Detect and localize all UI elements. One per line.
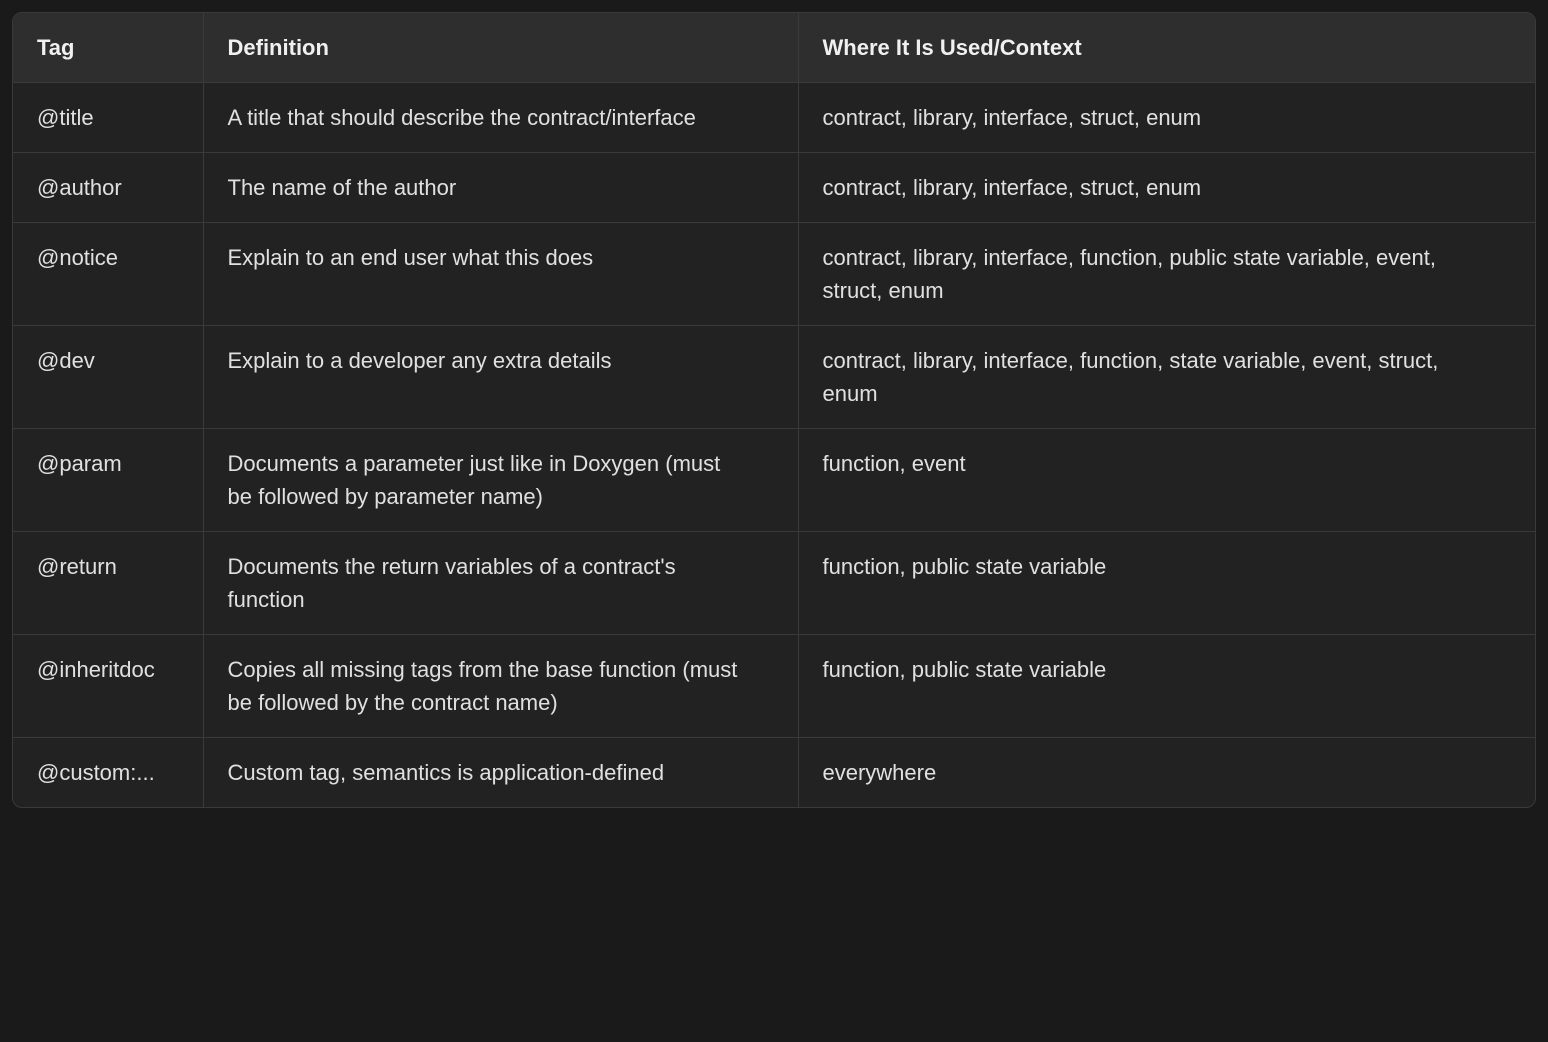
table-row: @title A title that should describe the … [13, 83, 1535, 153]
cell-tag: @custom:... [13, 738, 203, 808]
cell-tag: @title [13, 83, 203, 153]
cell-definition: Documents the return variables of a cont… [203, 532, 798, 635]
cell-context: function, public state variable [798, 532, 1535, 635]
cell-tag: @return [13, 532, 203, 635]
natspec-tags-table: Tag Definition Where It Is Used/Context … [12, 12, 1536, 808]
cell-tag: @inheritdoc [13, 635, 203, 738]
cell-definition: The name of the author [203, 153, 798, 223]
table-header: Tag Definition Where It Is Used/Context [13, 13, 1535, 83]
cell-tag: @dev [13, 326, 203, 429]
cell-tag: @notice [13, 223, 203, 326]
cell-context: contract, library, interface, struct, en… [798, 153, 1535, 223]
cell-definition: Documents a parameter just like in Doxyg… [203, 429, 798, 532]
cell-definition: Copies all missing tags from the base fu… [203, 635, 798, 738]
table-body: @title A title that should describe the … [13, 83, 1535, 808]
table-row: @author The name of the author contract,… [13, 153, 1535, 223]
cell-context: contract, library, interface, function, … [798, 223, 1535, 326]
table-row: @custom:... Custom tag, semantics is app… [13, 738, 1535, 808]
table-row: @inheritdoc Copies all missing tags from… [13, 635, 1535, 738]
table-row: @return Documents the return variables o… [13, 532, 1535, 635]
cell-context: everywhere [798, 738, 1535, 808]
table-row: @param Documents a parameter just like i… [13, 429, 1535, 532]
cell-context: contract, library, interface, struct, en… [798, 83, 1535, 153]
cell-tag: @param [13, 429, 203, 532]
cell-context: function, public state variable [798, 635, 1535, 738]
cell-definition: Explain to a developer any extra details [203, 326, 798, 429]
table: Tag Definition Where It Is Used/Context … [13, 13, 1535, 807]
cell-definition: Custom tag, semantics is application-def… [203, 738, 798, 808]
header-context: Where It Is Used/Context [798, 13, 1535, 83]
cell-definition: Explain to an end user what this does [203, 223, 798, 326]
header-tag: Tag [13, 13, 203, 83]
cell-context: contract, library, interface, function, … [798, 326, 1535, 429]
cell-context: function, event [798, 429, 1535, 532]
cell-definition: A title that should describe the contrac… [203, 83, 798, 153]
header-definition: Definition [203, 13, 798, 83]
table-row: @notice Explain to an end user what this… [13, 223, 1535, 326]
table-header-row: Tag Definition Where It Is Used/Context [13, 13, 1535, 83]
table-row: @dev Explain to a developer any extra de… [13, 326, 1535, 429]
cell-tag: @author [13, 153, 203, 223]
